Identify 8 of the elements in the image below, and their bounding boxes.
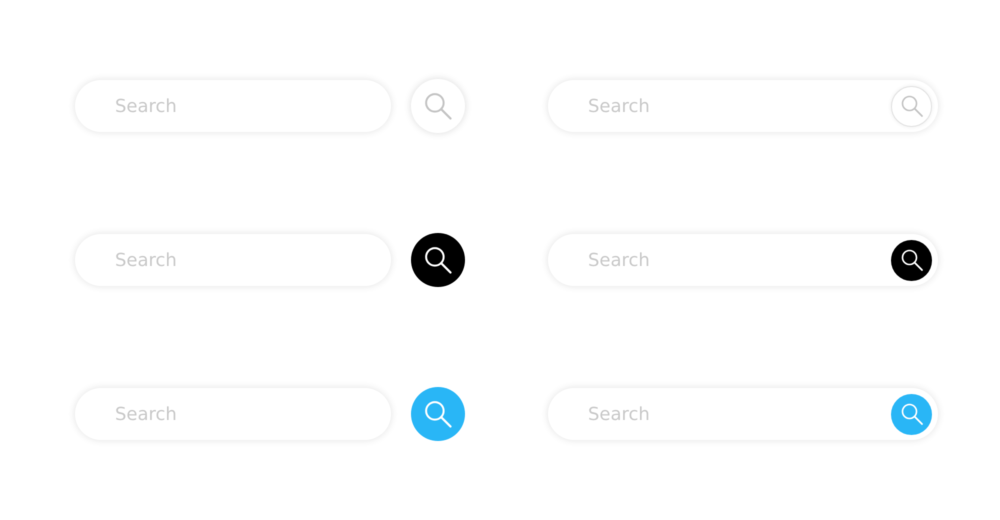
search-button[interactable] xyxy=(891,240,932,280)
search-icon xyxy=(423,399,453,429)
search-icon xyxy=(900,402,924,426)
search-icon xyxy=(900,94,924,118)
search-icon xyxy=(423,91,453,121)
search-button[interactable] xyxy=(411,233,465,287)
search-icon xyxy=(423,245,453,275)
search-icon xyxy=(900,248,924,272)
